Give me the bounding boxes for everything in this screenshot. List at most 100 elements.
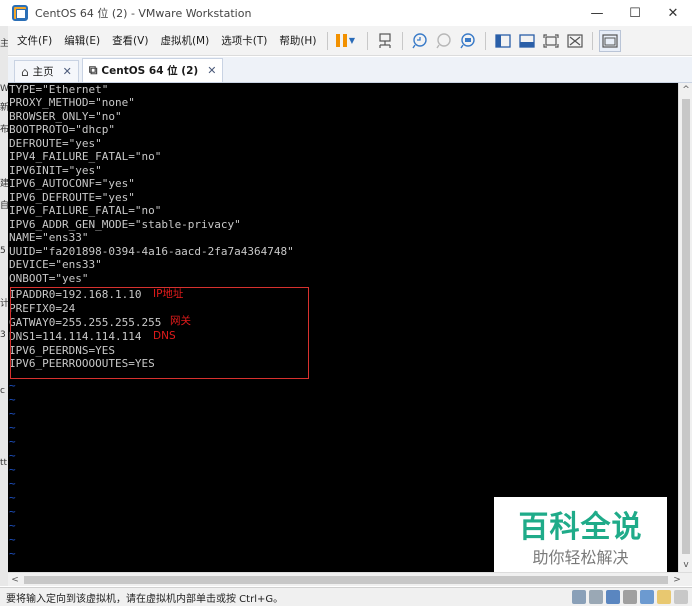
minimize-button[interactable]: — xyxy=(578,0,616,26)
menu-vm[interactable]: 虚拟机(M) xyxy=(154,33,215,48)
network-icon xyxy=(379,32,392,48)
snapshot-icon xyxy=(412,32,428,48)
desktop-label-fragment: 5 xyxy=(0,246,6,256)
unity-button[interactable] xyxy=(564,30,586,52)
menu-bar: 文件(F) 编辑(E) 查看(V) 虚拟机(M) 选项卡(T) 帮助(H) ▼ xyxy=(8,26,692,56)
menu-help[interactable]: 帮助(H) xyxy=(273,33,322,48)
config-line: IPV6_ADDR_GEN_MODE="stable-privacy" xyxy=(9,218,241,231)
scroll-right-arrow-icon[interactable]: > xyxy=(670,573,684,587)
show-thumbnail-bar-button[interactable] xyxy=(516,30,538,52)
chevron-down-icon: ▼ xyxy=(348,36,355,45)
tilde-line: ~ xyxy=(9,435,16,448)
restore-snapshot-button[interactable] xyxy=(433,30,455,52)
tab-close-button[interactable]: ✕ xyxy=(63,65,72,78)
status-message: 要将输入定向到该虚拟机，请在虚拟机内部单击或按 Ctrl+G。 xyxy=(6,593,284,605)
config-line: PROXY_METHOD="none" xyxy=(9,96,135,109)
desktop-label-fragment: c xyxy=(0,386,5,396)
tilde-line: ~ xyxy=(9,393,16,406)
annotation-highlight-box xyxy=(10,287,309,379)
scroll-down-arrow-icon[interactable]: v xyxy=(679,558,692,572)
tilde-line: ~ xyxy=(9,491,16,504)
tab-label: 主页 xyxy=(32,66,54,78)
config-line: NAME="ens33" xyxy=(9,231,89,244)
scroll-left-arrow-icon[interactable]: < xyxy=(8,573,22,587)
hard-disk-icon[interactable] xyxy=(572,590,586,604)
menu-edit[interactable]: 编辑(E) xyxy=(58,33,106,48)
show-library-button[interactable] xyxy=(492,30,514,52)
config-line: IPV6_FAILURE_FATAL="no" xyxy=(9,204,162,217)
maximize-button[interactable]: ☐ xyxy=(616,0,654,26)
toolbar-separator xyxy=(402,31,404,50)
tilde-line: ~ xyxy=(9,449,16,462)
tab-label: CentOS 64 位 (2) xyxy=(101,65,199,77)
desktop-label-fragment: 布 xyxy=(0,125,8,135)
pause-button[interactable]: ▼ xyxy=(334,30,356,52)
tilde-line: ~ xyxy=(9,505,16,518)
tilde-line: ~ xyxy=(9,519,16,532)
unity-icon xyxy=(567,33,584,48)
config-line: IPV6INIT="yes" xyxy=(9,164,102,177)
watermark-subtitle: 助你轻松解决 xyxy=(532,548,629,567)
tilde-line: ~ xyxy=(9,463,16,476)
window-controls: — ☐ ✕ xyxy=(578,0,692,26)
toolbar-separator xyxy=(327,31,329,50)
scroll-up-arrow-icon[interactable]: ^ xyxy=(679,83,692,97)
thumbnail-bar-icon xyxy=(519,33,536,48)
resize-grip-icon xyxy=(674,590,688,604)
horizontal-scroll-thumb[interactable] xyxy=(24,576,668,584)
tilde-line: ~ xyxy=(9,533,16,546)
printer-icon[interactable] xyxy=(623,590,637,604)
title-bar: CentOS 64 位 (2) - VMware Workstation — ☐… xyxy=(0,0,692,26)
horizontal-scrollbar[interactable]: < > xyxy=(8,572,692,586)
close-button[interactable]: ✕ xyxy=(654,0,692,26)
menu-tabs[interactable]: 选项卡(T) xyxy=(215,33,273,48)
message-log-icon[interactable] xyxy=(657,590,671,604)
tab-close-button[interactable]: ✕ xyxy=(207,64,216,77)
tilde-line: ~ xyxy=(9,547,16,560)
config-line: IPV6_DEFROUTE="yes" xyxy=(9,191,135,204)
device-status-icons xyxy=(572,590,688,604)
desktop-background-strip: 主 W 新 布 建 自 5 计 3 c tt xyxy=(0,26,8,586)
menu-view[interactable]: 查看(V) xyxy=(106,33,154,48)
status-bar: 要将输入定向到该虚拟机，请在虚拟机内部单击或按 Ctrl+G。 xyxy=(0,587,692,606)
vertical-scrollbar[interactable]: ^ v xyxy=(678,83,692,572)
network-adapter-icon[interactable] xyxy=(606,590,620,604)
menu-file[interactable]: 文件(F) xyxy=(8,33,58,48)
desktop-label-fragment: 自 xyxy=(0,201,8,211)
console-view-button[interactable] xyxy=(599,29,622,52)
console-view-icon xyxy=(602,33,619,48)
full-screen-button[interactable] xyxy=(540,30,562,52)
desktop-label-fragment: 新 xyxy=(0,103,8,113)
send-ctrl-alt-del-button[interactable] xyxy=(374,30,396,52)
config-line: DEVICE="ens33" xyxy=(9,258,102,271)
snapshot-manager-button[interactable] xyxy=(457,30,479,52)
pause-icon xyxy=(335,34,347,47)
tab-vm-centos[interactable]: ⧉ CentOS 64 位 (2) ✕ xyxy=(81,58,224,82)
tab-home[interactable]: ⌂ 主页 ✕ xyxy=(14,60,79,82)
config-line: TYPE="Ethernet" xyxy=(9,83,109,96)
toolbar-separator xyxy=(592,31,594,50)
vertical-scroll-thumb[interactable] xyxy=(682,99,690,554)
tab-bar: ⌂ 主页 ✕ ⧉ CentOS 64 位 (2) ✕ xyxy=(8,57,692,83)
home-icon: ⌂ xyxy=(21,64,29,79)
toolbar-separator xyxy=(485,31,487,50)
cd-rom-icon[interactable] xyxy=(589,590,603,604)
watermark-title: 百科全说 xyxy=(518,510,643,545)
desktop-label-fragment: 主 xyxy=(0,39,8,49)
config-line: UUID="fa201898-0394-4a16-aacd-2fa7a43647… xyxy=(9,245,294,258)
window-title: CentOS 64 位 (2) - VMware Workstation xyxy=(35,7,252,20)
full-screen-icon xyxy=(543,33,560,48)
desktop-label-fragment: tt xyxy=(0,458,8,468)
desktop-label-fragment: 3 xyxy=(0,330,6,340)
watermark-logo: 百科全说 助你轻松解决 xyxy=(494,497,667,579)
library-icon xyxy=(495,33,512,48)
restore-snapshot-icon xyxy=(436,32,452,48)
tilde-line: ~ xyxy=(9,421,16,434)
config-line: ONBOOT="yes" xyxy=(9,272,89,285)
config-line: BOOTPROTO="dhcp" xyxy=(9,123,115,136)
desktop-label-fragment: 建 xyxy=(0,179,8,189)
snapshot-button[interactable] xyxy=(409,30,431,52)
config-line: DEFROUTE="yes" xyxy=(9,137,102,150)
tilde-line: ~ xyxy=(9,379,16,392)
sound-card-icon[interactable] xyxy=(640,590,654,604)
